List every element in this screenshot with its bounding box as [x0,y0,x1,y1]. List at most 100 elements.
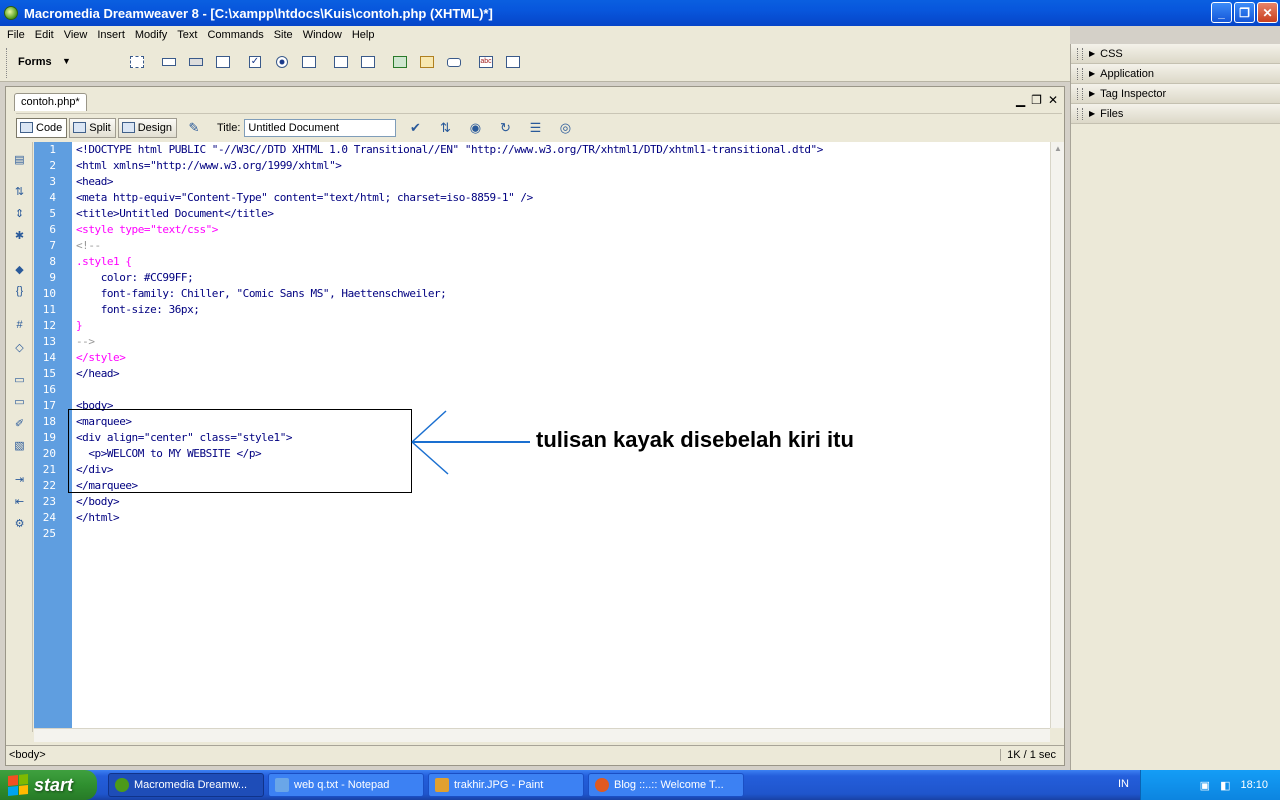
radio-group-icon[interactable] [300,53,318,71]
menu-insert[interactable]: Insert [92,29,130,41]
textarea-icon[interactable] [214,53,232,71]
select-parent-tag-icon[interactable]: ◆ [12,262,27,276]
code-line[interactable]: --> [72,334,1050,350]
code-line[interactable] [72,382,1050,398]
code-line[interactable]: color: #CC99FF; [72,270,1050,286]
remove-comment-icon[interactable]: ▭ [12,394,27,408]
code-line[interactable]: </body> [72,494,1050,510]
code-line[interactable] [72,526,1050,542]
expand-arrow-icon[interactable]: ▶ [1089,109,1095,118]
expand-arrow-icon[interactable]: ▶ [1089,69,1095,78]
clock[interactable]: 18:10 [1240,779,1268,791]
refresh-icon[interactable]: ↻ [494,119,516,137]
format-source-icon[interactable]: ⚙ [12,516,27,530]
menu-edit[interactable]: Edit [30,29,59,41]
recent-snippets-icon[interactable]: ▧ [12,438,27,452]
vertical-scrollbar[interactable]: ▲ [1050,142,1064,728]
panel-grip[interactable] [1077,47,1083,60]
line-numbers-icon[interactable]: # [12,318,27,332]
form-icon[interactable] [128,53,146,71]
validate-markup-icon[interactable]: ✔ [404,119,426,137]
highlight-invalid-code-icon[interactable]: ◇ [12,340,27,354]
panel-grip[interactable] [1077,107,1083,120]
taskbar-item-notepad[interactable]: web q.txt - Notepad [268,773,424,797]
doc-close-icon[interactable]: ✕ [1048,93,1058,107]
code-line[interactable]: } [72,318,1050,334]
code-line[interactable]: font-size: 36px; [72,302,1050,318]
file-management-icon[interactable]: ⇅ [434,119,456,137]
menu-text[interactable]: Text [172,29,202,41]
tag-selector[interactable]: <body> [9,749,46,761]
button-icon[interactable] [445,53,463,71]
preview-browser-icon[interactable]: ◉ [464,119,486,137]
design-view-button[interactable]: Design [117,117,177,138]
insert-category-label[interactable]: Forms [18,56,52,68]
volume-icon[interactable]: ◧ [1220,779,1230,792]
fieldset-icon[interactable] [504,53,522,71]
indent-code-icon[interactable]: ⇥ [12,472,27,486]
code-line[interactable]: <!DOCTYPE html PUBLIC "-//W3C//DTD XHTML… [72,142,1050,158]
doc-restore-icon[interactable]: ❐ [1031,93,1042,107]
code-line[interactable]: </head> [72,366,1050,382]
open-documents-icon[interactable]: ▤ [12,152,27,166]
view-options-icon[interactable]: ☰ [524,119,546,137]
wrap-tag-icon[interactable]: ✐ [12,416,27,430]
expand-arrow-icon[interactable]: ▶ [1089,49,1095,58]
list-menu-icon[interactable] [332,53,350,71]
menu-view[interactable]: View [59,29,93,41]
panel-grip[interactable] [1077,87,1083,100]
category-dropdown-icon[interactable]: ▼ [62,56,71,66]
code-view-button[interactable]: Code [16,117,68,138]
menu-help[interactable]: Help [347,29,380,41]
document-title-input[interactable] [244,118,397,137]
start-button[interactable]: start [0,770,97,800]
code-line[interactable]: .style1 { [72,254,1050,270]
hidden-field-icon[interactable] [187,53,205,71]
document-tab[interactable]: contoh.php* [14,93,87,111]
scroll-up-icon[interactable]: ▲ [1051,142,1065,156]
expand-all-icon[interactable]: ✱ [12,228,27,242]
language-indicator[interactable]: IN [1118,778,1129,790]
doc-minimize-icon[interactable]: ▁ [1016,93,1025,107]
image-field-icon[interactable] [391,53,409,71]
outdent-code-icon[interactable]: ⇤ [12,494,27,508]
horizontal-scrollbar[interactable] [34,728,1050,742]
taskbar-item-dreamweaver[interactable]: Macromedia Dreamw... [108,773,264,797]
text-field-icon[interactable] [160,53,178,71]
apply-comment-icon[interactable]: ▭ [12,372,27,386]
code-line[interactable]: </style> [72,350,1050,366]
menu-file[interactable]: File [2,29,30,41]
panel-css[interactable]: ▶ CSS [1071,44,1280,64]
network-icon[interactable]: ▣ [1200,779,1210,792]
jump-menu-icon[interactable] [359,53,377,71]
collapse-selection-icon[interactable]: ⇕ [12,206,27,220]
menu-modify[interactable]: Modify [130,29,172,41]
code-line[interactable]: </html> [72,510,1050,526]
menu-commands[interactable]: Commands [202,29,268,41]
panel-application[interactable]: ▶ Application [1071,64,1280,84]
code-line[interactable]: <html xmlns="http://www.w3.org/1999/xhtm… [72,158,1050,174]
expand-arrow-icon[interactable]: ▶ [1089,89,1095,98]
taskbar-item-browser[interactable]: Blog ::..:: Welcome T... [588,773,744,797]
restore-button[interactable]: ❐ [1234,2,1255,23]
code-line[interactable]: <title>Untitled Document</title> [72,206,1050,222]
panel-tag-inspector[interactable]: ▶ Tag Inspector [1071,84,1280,104]
menu-window[interactable]: Window [298,29,347,41]
dreamweaver-app-icon[interactable] [4,6,18,20]
insert-bar-grip[interactable] [6,48,9,78]
panel-grip[interactable] [1077,67,1083,80]
checkbox-icon[interactable]: ✓ [246,53,264,71]
code-line[interactable]: font-family: Chiller, "Comic Sans MS", H… [72,286,1050,302]
file-field-icon[interactable] [418,53,436,71]
taskbar-item-paint[interactable]: trakhir.JPG - Paint [428,773,584,797]
code-line[interactable]: <head> [72,174,1050,190]
visual-aids-icon[interactable]: ◎ [554,119,576,137]
split-view-button[interactable]: Split [69,117,116,138]
code-line[interactable]: <!-- [72,238,1050,254]
close-button[interactable]: ✕ [1257,2,1278,23]
minimize-button[interactable]: _ [1211,2,1232,23]
balance-braces-icon[interactable]: {} [12,284,27,298]
live-data-icon[interactable]: ✎ [183,119,205,137]
panel-files[interactable]: ▶ Files [1071,104,1280,124]
collapse-full-tag-icon[interactable]: ⇅ [12,184,27,198]
